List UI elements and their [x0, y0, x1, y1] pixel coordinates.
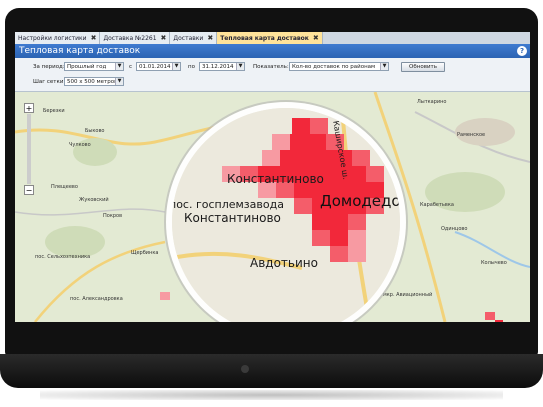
tab-strip: Настройки логистики ✖ Доставка №2261 ✖ Д… — [15, 32, 530, 44]
close-icon[interactable]: ✖ — [161, 34, 167, 42]
chevron-down-icon: ▼ — [115, 63, 123, 70]
filter-panel: За период: Прошлый год ▼ с 01.01.2014 ▼ … — [15, 58, 530, 92]
map-label: Березки — [43, 108, 65, 114]
close-icon[interactable]: ✖ — [313, 34, 319, 42]
tab-label: Доставка №2261 — [103, 34, 157, 42]
date-to-value: 31.12.2014 — [202, 64, 234, 70]
window-titlebar: Тепловая карта доставок ? — [15, 44, 530, 58]
power-indicator — [241, 365, 249, 373]
tab-label: Настройки логистики — [18, 34, 87, 42]
date-from-field[interactable]: 01.01.2014 ▼ — [136, 62, 181, 71]
map-label: Плещеево — [51, 184, 78, 190]
map-label: пос. Сельхозтехника — [35, 254, 91, 260]
refresh-button[interactable]: Обновить — [401, 62, 445, 72]
lens-label: Домодедов — [320, 192, 406, 210]
date-to-field[interactable]: 31.12.2014 ▼ — [199, 62, 245, 71]
lens-label: Константиново — [227, 172, 324, 186]
lens-label: Авдотьино — [250, 256, 318, 270]
chevron-down-icon: ▼ — [236, 63, 244, 70]
map-label: Колычево — [481, 260, 507, 266]
map-label: Лыткарино — [417, 99, 447, 105]
map-label: Жуковский — [79, 197, 109, 203]
chevron-down-icon: ▼ — [115, 78, 123, 85]
page-title: Тепловая карта доставок — [19, 46, 141, 56]
laptop-shadow — [40, 390, 503, 400]
close-icon[interactable]: ✖ — [207, 34, 213, 42]
close-icon[interactable]: ✖ — [91, 34, 97, 42]
indicator-value: Кол-во доставок по районам — [292, 64, 376, 70]
to-label: по — [188, 64, 195, 70]
tab-delivery[interactable]: Доставка №2261 ✖ — [100, 32, 171, 44]
lens-label: пос. госплемзавода — [169, 198, 284, 211]
from-label: с — [129, 64, 133, 70]
heat-map[interactable]: Березки Быково Чулково Раменское Лыткари… — [15, 92, 530, 322]
period-select[interactable]: Прошлый год ▼ — [64, 62, 124, 71]
map-label: Быково — [85, 128, 105, 134]
period-value: Прошлый год — [67, 64, 107, 70]
chevron-down-icon: ▼ — [172, 63, 180, 70]
grid-step-label: Шаг сетки: — [33, 79, 66, 85]
tab-deliveries[interactable]: Доставки ✖ — [170, 32, 218, 44]
laptop-frame: Настройки логистики ✖ Доставка №2261 ✖ Д… — [0, 0, 543, 407]
help-icon[interactable]: ? — [517, 46, 527, 56]
tab-label: Тепловая карта доставок — [220, 34, 309, 42]
zoom-control: + − — [24, 95, 38, 196]
magnifier-lens: Константиново пос. госплемзавода Констан… — [166, 102, 406, 322]
zoom-out-button[interactable]: − — [24, 185, 34, 195]
grid-step-select[interactable]: 500 х 500 метров ▼ — [64, 77, 124, 86]
map-label: Покров — [103, 213, 123, 219]
chevron-down-icon: ▼ — [380, 63, 388, 70]
lens-label: Константиново — [184, 211, 281, 225]
period-label: За период: — [33, 64, 65, 70]
map-label: Карабетьвка — [420, 202, 454, 208]
indicator-select[interactable]: Кол-во доставок по районам ▼ — [289, 62, 389, 71]
zoom-in-button[interactable]: + — [24, 103, 34, 113]
map-label: Одинцово — [441, 226, 468, 232]
tab-label: Доставки — [173, 34, 204, 42]
indicator-label: Показатель: — [253, 64, 289, 70]
app-window: Настройки логистики ✖ Доставка №2261 ✖ Д… — [15, 32, 530, 322]
zoom-slider[interactable] — [27, 114, 31, 184]
map-label: Чулково — [69, 142, 91, 148]
map-label: Раменское — [457, 132, 486, 138]
tab-logistics-settings[interactable]: Настройки логистики ✖ — [15, 32, 101, 44]
grid-step-value: 500 х 500 метров — [67, 79, 118, 85]
laptop-base — [0, 354, 543, 388]
tab-heatmap[interactable]: Тепловая карта доставок ✖ — [217, 32, 323, 44]
date-from-value: 01.01.2014 — [139, 64, 171, 70]
map-label: Щербинка — [131, 250, 159, 256]
map-label: пос. Александровка — [70, 296, 123, 302]
